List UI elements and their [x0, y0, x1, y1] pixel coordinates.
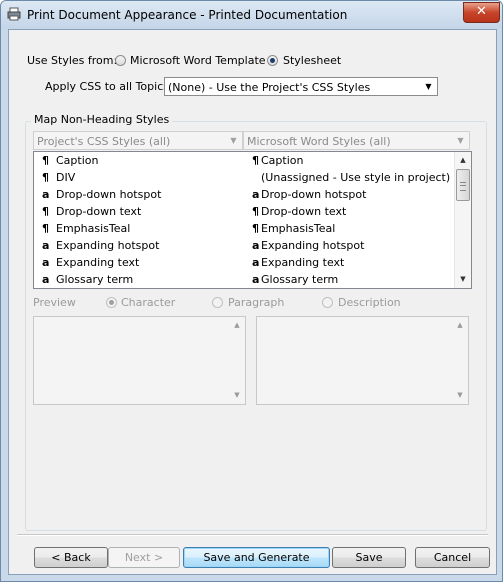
list-item[interactable]: (Unassigned - Use style in project) [252, 171, 452, 188]
chevron-down-icon[interactable]: ▼ [227, 133, 240, 148]
list-scrollbar[interactable]: ▲ ▼ [454, 152, 471, 288]
paragraph-style-icon: ¶ [42, 222, 49, 235]
paragraph-style-icon: ¶ [42, 154, 49, 167]
scroll-up-icon[interactable]: ▲ [452, 317, 468, 333]
paragraph-style-icon: ¶ [252, 154, 259, 167]
list-item[interactable]: ¶ EmphasisTeal [252, 222, 452, 239]
apply-css-dropdown[interactable]: (None) - Use the Project's CSS Styles ▼ [164, 77, 438, 96]
window-title: Print Document Appearance - Printed Docu… [27, 8, 348, 22]
save-button[interactable]: Save [332, 547, 406, 568]
paragraph-style-icon: ¶ [252, 205, 259, 218]
list-item[interactable]: ¶ Drop-down text [252, 205, 452, 222]
description-scrollbar[interactable]: ▲ ▼ [452, 317, 468, 404]
title-bar[interactable]: Print Document Appearance - Printed Docu… [1, 1, 502, 29]
dialog-client-area: Use Styles from: Microsoft Word Template… [8, 29, 497, 575]
dialog-window: Print Document Appearance - Printed Docu… [0, 0, 503, 582]
radio-stylesheet-label[interactable]: Stylesheet [283, 54, 341, 67]
paragraph-style-icon: ¶ [252, 222, 259, 235]
save-and-generate-button[interactable]: Save and Generate [183, 547, 330, 568]
word-styles-dropdown[interactable]: Microsoft Word Styles (all) ▼ [243, 131, 470, 150]
list-item[interactable]: a Expanding text [42, 256, 247, 273]
preview-scrollbar[interactable]: ▲ ▼ [229, 317, 245, 404]
chevron-down-icon[interactable]: ▼ [454, 133, 467, 148]
radio-character[interactable] [106, 297, 117, 308]
apply-css-label: Apply CSS to all Topics: [45, 80, 173, 93]
preview-pane: ▲ ▼ [33, 316, 246, 405]
style-mapping-list[interactable]: ¶ Caption ¶ Caption ¶ DIV (Unassigned - Use… [33, 151, 472, 289]
grip-icon [460, 182, 466, 191]
character-style-icon: a [42, 239, 50, 252]
scroll-down-icon[interactable]: ▼ [229, 387, 245, 403]
character-style-icon: a [252, 239, 260, 252]
list-item[interactable]: a Drop-down hotspot [252, 188, 452, 205]
cancel-button[interactable]: Cancel [415, 547, 490, 568]
list-item[interactable]: ¶ EmphasisTeal [42, 222, 247, 239]
scrollbar-thumb[interactable] [456, 169, 470, 201]
character-style-icon: a [252, 188, 260, 201]
list-item[interactable]: ¶ DIV [42, 171, 247, 188]
scroll-up-icon[interactable]: ▲ [455, 152, 471, 168]
radio-description-label[interactable]: Description [338, 296, 401, 309]
list-item[interactable]: a Glossary term [252, 273, 452, 290]
close-button[interactable]: ✕ [463, 2, 500, 23]
character-style-icon: a [252, 273, 260, 286]
printer-icon [7, 7, 21, 21]
apply-css-value: (None) - Use the Project's CSS Styles [168, 81, 371, 94]
paragraph-style-icon: ¶ [42, 205, 49, 218]
radio-stylesheet[interactable] [267, 55, 278, 66]
radio-paragraph[interactable] [212, 297, 223, 308]
paragraph-style-icon: ¶ [42, 171, 49, 184]
list-item[interactable]: ¶ Caption [252, 154, 452, 171]
scroll-down-icon[interactable]: ▼ [455, 271, 471, 287]
list-item[interactable]: a Drop-down hotspot [42, 188, 247, 205]
project-css-styles-value: Project's CSS Styles (all) [37, 135, 171, 148]
scroll-down-icon[interactable]: ▼ [452, 387, 468, 403]
use-styles-label: Use Styles from: [27, 54, 118, 67]
radio-description[interactable] [322, 297, 333, 308]
radio-character-label[interactable]: Character [121, 296, 175, 309]
radio-paragraph-label[interactable]: Paragraph [228, 296, 284, 309]
character-style-icon: a [42, 256, 50, 269]
chevron-down-icon[interactable]: ▼ [422, 79, 435, 94]
preview-label: Preview [33, 296, 76, 309]
list-item[interactable]: a Expanding hotspot [252, 239, 452, 256]
description-pane: ▲ ▼ [256, 316, 469, 405]
list-item[interactable]: a Expanding hotspot [42, 239, 247, 256]
map-styles-group-title: Map Non-Heading Styles [31, 113, 173, 126]
character-style-icon: a [42, 188, 50, 201]
back-button[interactable]: < Back [34, 547, 108, 568]
character-style-icon: a [252, 256, 260, 269]
scroll-up-icon[interactable]: ▲ [229, 317, 245, 333]
radio-word-template[interactable] [115, 55, 126, 66]
word-styles-value: Microsoft Word Styles (all) [247, 135, 391, 148]
list-item[interactable]: ¶ Drop-down text [42, 205, 247, 222]
next-button[interactable]: Next > [108, 547, 180, 568]
close-icon: ✕ [476, 4, 487, 19]
list-item[interactable]: a Glossary term [42, 273, 247, 290]
radio-word-template-label[interactable]: Microsoft Word Template [130, 54, 266, 67]
button-separator [17, 534, 488, 536]
list-item[interactable]: a Expanding text [252, 256, 452, 273]
character-style-icon: a [42, 273, 50, 286]
project-css-styles-dropdown[interactable]: Project's CSS Styles (all) ▼ [33, 131, 243, 150]
list-item[interactable]: ¶ Caption [42, 154, 247, 171]
